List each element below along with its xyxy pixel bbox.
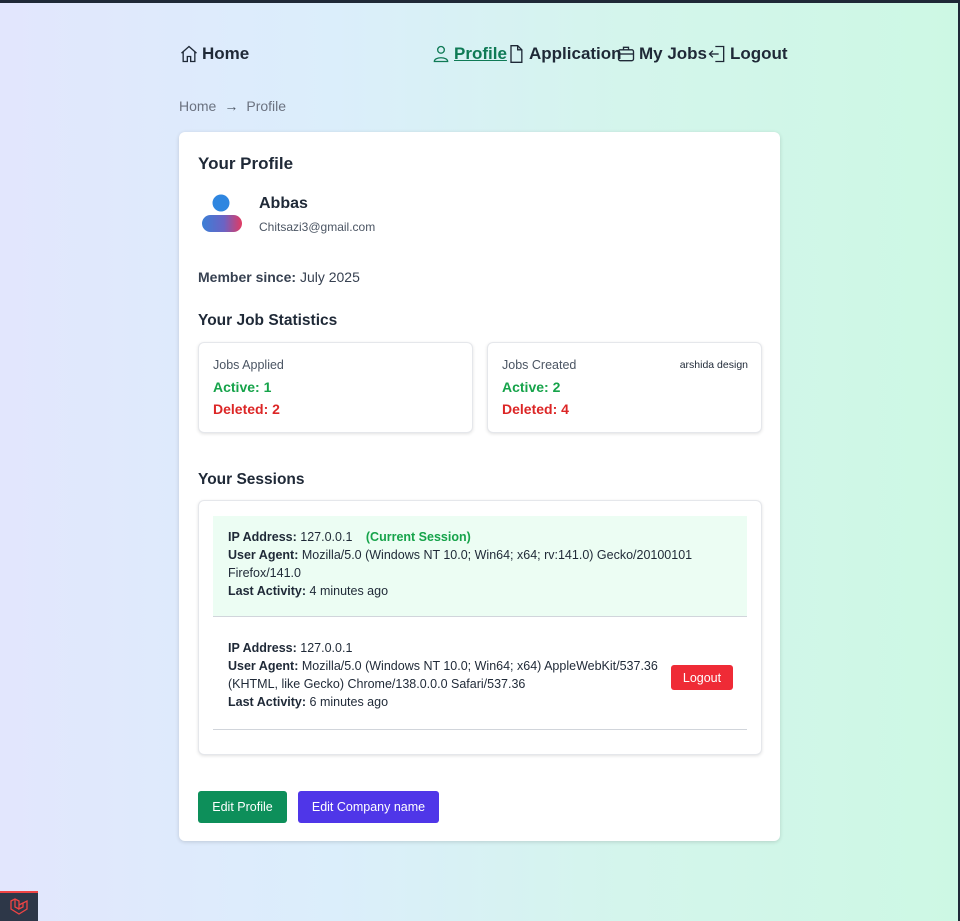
page-title: Your Profile — [198, 154, 294, 173]
nav-my-jobs-label: My Jobs — [639, 44, 708, 63]
breadcrumb-current: Profile — [246, 98, 287, 114]
nav-profile[interactable]: Profile — [431, 40, 507, 68]
session-last-label: Last Activity: — [228, 695, 307, 709]
laravel-logo-icon — [10, 898, 28, 915]
user-email: Chitsazi3@gmail.com — [259, 220, 376, 234]
edit-company-name-button[interactable]: Edit Company name — [298, 791, 439, 823]
window-top-border — [0, 0, 960, 3]
session-ua-value: Mozilla/5.0 (Windows NT 10.0; Win64; x64… — [228, 548, 693, 580]
nav-application-label: Application — [529, 44, 622, 63]
nav-logout[interactable]: Logout — [707, 40, 788, 68]
session-last-value: 4 minutes ago — [309, 584, 389, 598]
session-ua-label: User Agent: — [228, 548, 299, 562]
jobs-applied-active: Active: 1 — [213, 379, 272, 395]
home-icon — [181, 45, 197, 63]
jobs-created-active: Active: 2 — [502, 379, 561, 395]
session-ip-label: IP Address: — [228, 641, 297, 655]
user-name: Abbas — [259, 195, 308, 212]
session-ip: IP Address: 127.0.0.1 (Current Session) — [228, 528, 732, 546]
sessions-list: IP Address: 127.0.0.1 (Current Session) … — [198, 500, 762, 755]
document-icon — [510, 45, 523, 63]
nav-home-label: Home — [202, 44, 250, 63]
nav-application[interactable]: Application — [506, 40, 622, 68]
member-since-value: July 2025 — [299, 269, 360, 285]
nav-logout-label: Logout — [730, 44, 788, 63]
session-ip-label: IP Address: — [228, 530, 297, 544]
member-since-label: Member since: — [198, 269, 297, 285]
jobs-applied-card: Jobs Applied Active: 1 Deleted: 2 — [198, 342, 473, 433]
current-session-badge: (Current Session) — [365, 530, 471, 544]
session-last-activity: Last Activity: 6 minutes ago — [228, 693, 732, 711]
avatar-icon — [202, 194, 242, 232]
nav-profile-label: Profile — [454, 44, 507, 63]
session-last-label: Last Activity: — [228, 584, 307, 598]
session-ip: IP Address: 127.0.0.1 — [228, 639, 732, 657]
session-last-activity: Last Activity: 4 minutes ago — [228, 582, 732, 600]
edit-profile-button[interactable]: Edit Profile — [198, 791, 287, 823]
session-last-value: 6 minutes ago — [309, 695, 389, 709]
sessions-title: Your Sessions — [198, 471, 305, 488]
jobs-created-label: Jobs Created — [502, 358, 577, 372]
jobs-created-card: Jobs Created arshida design Active: 2 De… — [487, 342, 762, 433]
briefcase-icon — [617, 46, 635, 62]
member-since: Member since: July 2025 — [198, 269, 360, 285]
job-stats-title: Your Job Statistics — [198, 312, 338, 329]
session-ip-value: 127.0.0.1 — [300, 641, 353, 655]
profile-card: Your Profile Abbas Chitsazi3@gmail.com M… — [179, 132, 780, 841]
jobs-created-deleted: Deleted: 4 — [502, 401, 569, 417]
session-item-current: IP Address: 127.0.0.1 (Current Session) … — [213, 516, 747, 617]
session-item: IP Address: 127.0.0.1 User Agent: Mozill… — [213, 627, 747, 730]
session-ip-value: 127.0.0.1 — [300, 530, 353, 544]
jobs-applied-label: Jobs Applied — [213, 358, 284, 372]
laravel-debugbar-toggle[interactable] — [0, 891, 38, 921]
jobs-applied-deleted: Deleted: 2 — [213, 401, 280, 417]
session-user-agent: User Agent: Mozilla/5.0 (Windows NT 10.0… — [228, 657, 668, 693]
user-icon — [433, 45, 449, 63]
main-nav: Home Profile Application My Jobs Logout — [179, 40, 788, 68]
breadcrumb: Home → Profile — [179, 98, 286, 114]
session-ua-label: User Agent: — [228, 659, 299, 673]
nav-home[interactable]: Home — [179, 40, 249, 68]
session-logout-button[interactable]: Logout — [671, 665, 733, 690]
session-user-agent: User Agent: Mozilla/5.0 (Windows NT 10.0… — [228, 546, 732, 582]
logout-icon — [708, 45, 725, 63]
company-name-tag: arshida design — [679, 359, 748, 371]
breadcrumb-home[interactable]: Home — [179, 98, 216, 114]
arrow-right-icon: → — [224, 98, 239, 114]
nav-my-jobs[interactable]: My Jobs — [616, 40, 707, 68]
